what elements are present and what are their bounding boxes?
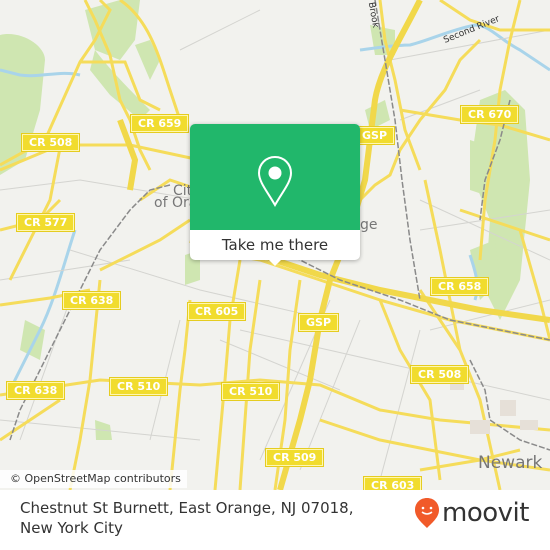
moovit-smiley-pin-icon <box>415 498 439 528</box>
road-shield-gsp: GSP <box>353 126 396 145</box>
popup-pointer <box>267 258 283 266</box>
popup-header <box>190 124 360 230</box>
road-shield-cr-605: CR 605 <box>186 302 247 321</box>
moovit-wordmark: moovit <box>442 498 529 528</box>
location-popup: Take me there <box>190 124 360 266</box>
road-shield-cr-659: CR 659 <box>129 114 190 133</box>
take-me-there-button[interactable]: Take me there <box>190 230 360 260</box>
map-attribution[interactable]: © OpenStreetMap contributors <box>0 470 187 488</box>
road-shield-cr-638: CR 638 <box>61 291 122 310</box>
road-shield-cr-508: CR 508 <box>409 365 470 384</box>
place-label-newark: Newark <box>478 453 543 473</box>
road-shield-cr-603: CR 603 <box>362 476 423 490</box>
road-shield-gsp: GSP <box>297 313 340 332</box>
address-text: Chestnut St Burnett, East Orange, NJ 070… <box>20 499 354 537</box>
moovit-logo[interactable]: moovit <box>414 497 529 529</box>
road-shield-cr-510: CR 510 <box>108 377 169 396</box>
place-label-east-orange: ge <box>360 217 378 233</box>
map-pin-icon <box>257 155 293 207</box>
road-shield-cr-577: CR 577 <box>15 213 76 232</box>
road-shield-cr-510: CR 510 <box>220 382 281 401</box>
road-shield-cr-638: CR 638 <box>5 381 66 400</box>
map[interactable]: CR 659 CR 508 CR 577 CR 638 CR 638 CR 51… <box>0 0 550 490</box>
road-shield-cr-508: CR 508 <box>20 133 81 152</box>
road-shield-cr-658: CR 658 <box>429 277 490 296</box>
road-shield-cr-670: CR 670 <box>459 105 520 124</box>
footer: Chestnut St Burnett, East Orange, NJ 070… <box>0 490 550 550</box>
road-shield-cr-509: CR 509 <box>264 448 325 467</box>
